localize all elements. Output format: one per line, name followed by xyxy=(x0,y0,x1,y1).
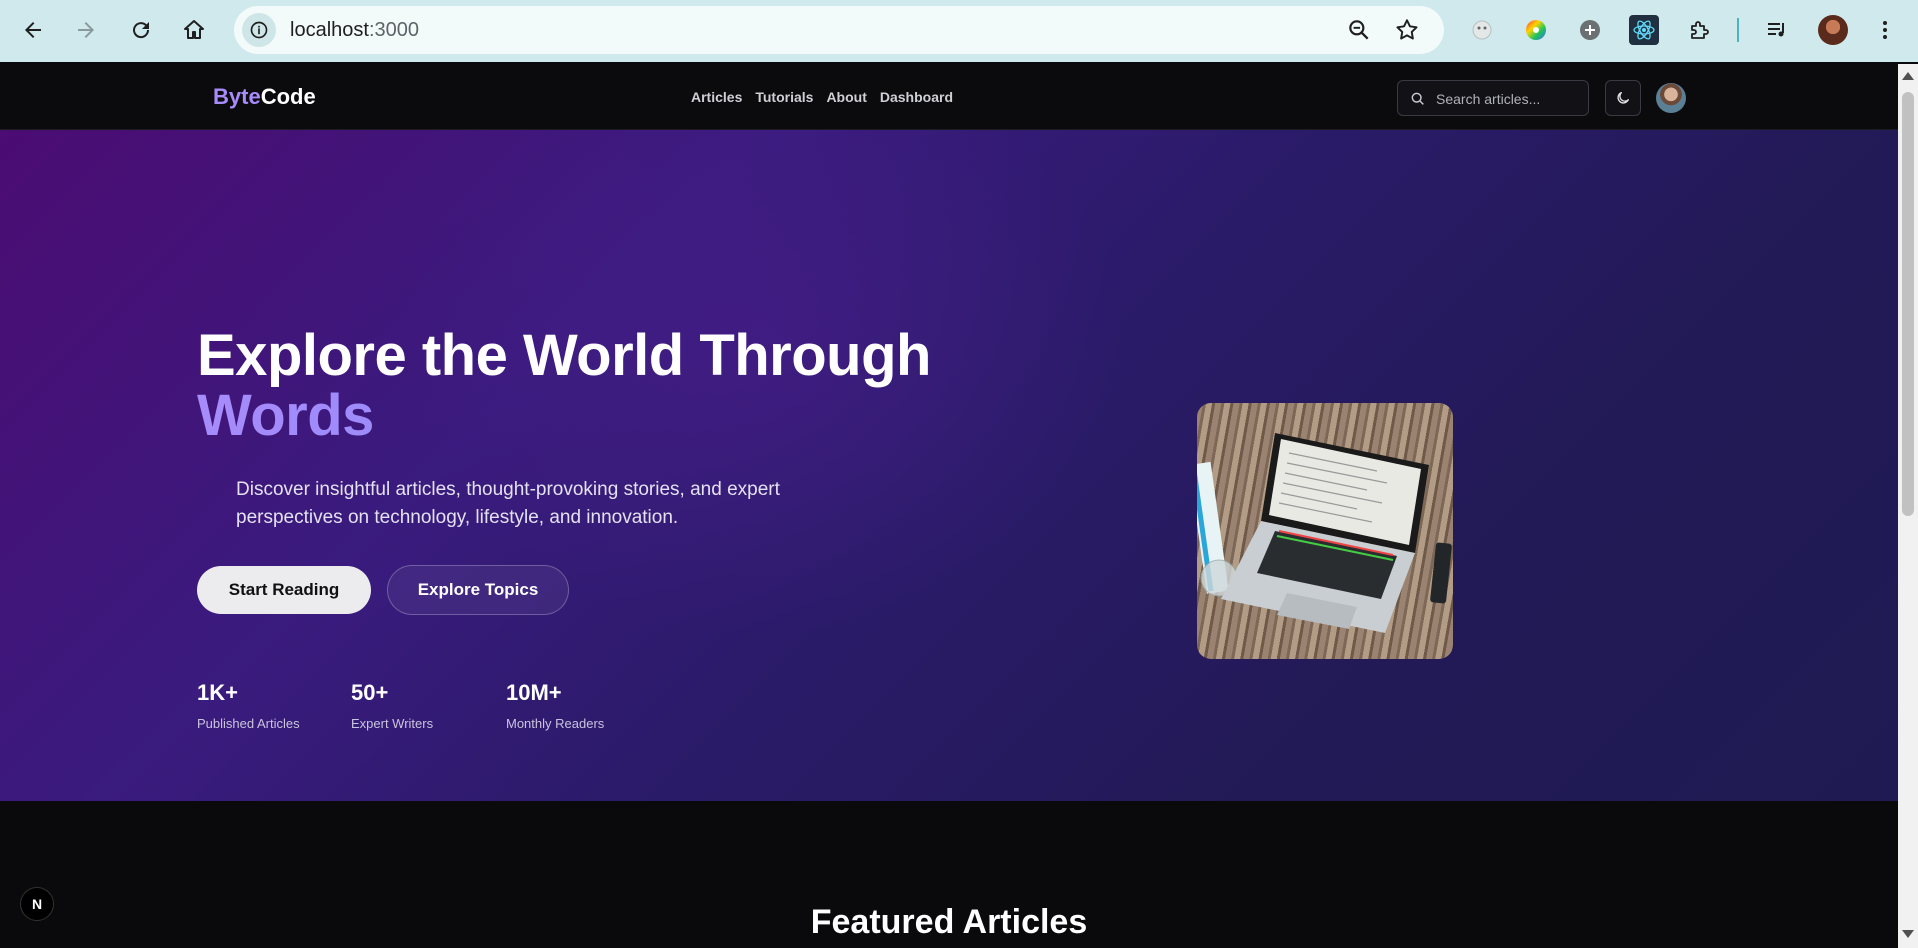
menu-kebab-icon[interactable] xyxy=(1870,15,1900,45)
star-icon[interactable] xyxy=(1394,17,1420,43)
color-wheel-icon[interactable] xyxy=(1521,15,1551,45)
puzzle-extensions-icon[interactable] xyxy=(1684,15,1714,45)
hero-section: Explore the World Through Words Discover… xyxy=(0,130,1898,801)
hero-description: Discover insightful articles, thought-pr… xyxy=(236,479,780,528)
reload-icon[interactable] xyxy=(123,12,159,48)
main-nav: Articles Tutorials About Dashboard xyxy=(691,89,953,105)
site-logo[interactable]: ByteCode xyxy=(213,84,316,110)
profile-avatar[interactable] xyxy=(1818,15,1848,45)
stat-value: 50+ xyxy=(351,680,389,705)
nav-tutorials[interactable]: Tutorials xyxy=(755,89,813,105)
url-port: :3000 xyxy=(368,19,419,41)
address-bar[interactable]: localhost:3000 xyxy=(234,6,1444,54)
scroll-down-arrow-icon[interactable] xyxy=(1902,930,1914,938)
moon-icon xyxy=(1617,92,1629,104)
user-avatar[interactable] xyxy=(1656,83,1686,113)
featured-section: Featured Articles xyxy=(0,801,1898,948)
featured-heading: Featured Articles xyxy=(810,903,1088,941)
stat-value: 1K+ xyxy=(197,680,238,705)
home-icon[interactable] xyxy=(176,12,212,48)
stat-value: 10M+ xyxy=(506,680,562,705)
hero-laptop-image xyxy=(1197,403,1453,659)
stat-label: Monthly Readers xyxy=(506,716,605,731)
theme-toggle-button[interactable] xyxy=(1605,80,1641,116)
start-reading-button[interactable]: Start Reading xyxy=(197,566,371,614)
forward-arrow-icon[interactable] xyxy=(68,12,104,48)
hero-title-highlight: Words xyxy=(197,386,931,446)
site-header: ByteCode Articles Tutorials About Dashbo… xyxy=(0,64,1898,130)
toolbar-divider xyxy=(1737,18,1739,42)
nav-articles[interactable]: Articles xyxy=(691,89,742,105)
page-viewport: ByteCode Articles Tutorials About Dashbo… xyxy=(0,64,1898,948)
browser-toolbar: localhost:3000 xyxy=(0,0,1918,62)
page-scrollbar[interactable] xyxy=(1898,64,1918,948)
search-input[interactable] xyxy=(1436,89,1581,109)
zoom-icon[interactable] xyxy=(1346,17,1372,43)
explore-topics-button[interactable]: Explore Topics xyxy=(387,565,569,615)
media-control-icon[interactable] xyxy=(1762,15,1792,45)
hero-title-line1: Explore the World Through xyxy=(197,323,931,388)
stat-readers: 10M+ Monthly Readers xyxy=(506,680,604,731)
nextjs-dev-badge[interactable]: N xyxy=(20,887,54,921)
url-host: localhost xyxy=(290,19,369,41)
url-text[interactable]: localhost:3000 xyxy=(290,19,419,42)
scrollbar-thumb[interactable] xyxy=(1902,92,1914,516)
stat-label: Expert Writers xyxy=(351,716,434,731)
react-devtools-icon[interactable] xyxy=(1629,15,1659,45)
stat-articles: 1K+ Published Articles xyxy=(197,680,300,731)
search-icon xyxy=(1411,92,1424,105)
search-box[interactable] xyxy=(1397,80,1589,116)
logo-byte: Byte xyxy=(213,84,261,109)
hero-title: Explore the World Through Words xyxy=(197,326,931,446)
nav-dashboard[interactable]: Dashboard xyxy=(880,89,953,105)
stat-label: Published Articles xyxy=(197,716,300,731)
logo-code: Code xyxy=(260,84,316,109)
extension-ghost-icon[interactable] xyxy=(1467,15,1497,45)
extension-grey-icon[interactable] xyxy=(1575,15,1605,45)
stat-writers: 50+ Expert Writers xyxy=(351,680,433,731)
info-icon[interactable] xyxy=(242,13,276,47)
scroll-up-arrow-icon[interactable] xyxy=(1902,72,1914,80)
back-arrow-icon[interactable] xyxy=(15,12,51,48)
nav-about[interactable]: About xyxy=(826,89,866,105)
